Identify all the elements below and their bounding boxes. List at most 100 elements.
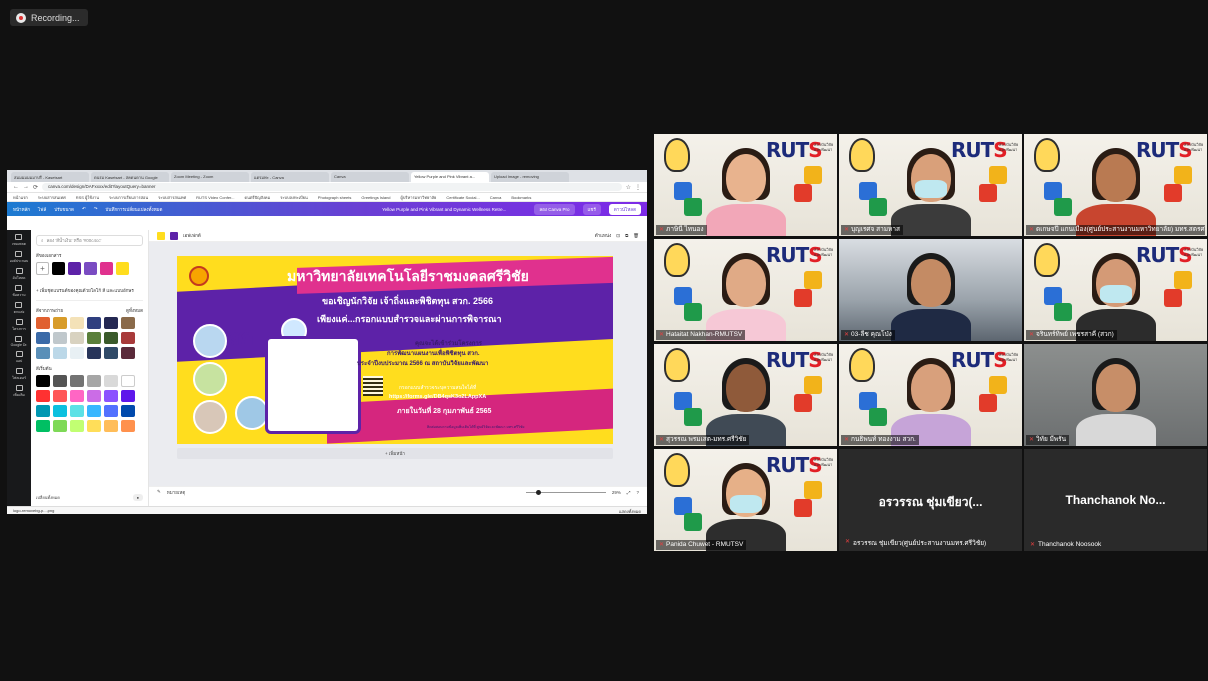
zoom-knob[interactable] <box>535 489 541 495</box>
canva-file-menu[interactable]: ไฟล์ <box>38 206 46 213</box>
default-color-swatch[interactable] <box>87 405 101 417</box>
photo-color-swatch[interactable] <box>104 347 118 359</box>
default-color-swatch[interactable] <box>87 420 101 432</box>
participant-tile[interactable]: RUTS สถาบันวิจัย และพัฒนา ✕ จรินทร์ทิพย์ เพช… <box>1024 239 1207 341</box>
document-color-swatch[interactable] <box>52 262 65 275</box>
default-color-swatch[interactable] <box>70 375 84 387</box>
share-button[interactable]: แชร์ <box>582 203 601 215</box>
bookmark-item[interactable]: ผู้บริหารมหาวิทยาลัย <box>401 194 437 201</box>
photo-color-swatch[interactable] <box>121 317 135 329</box>
default-color-swatch[interactable] <box>70 390 84 402</box>
participant-tile[interactable]: RUTS สถาบันวิจัย และพัฒนา ✕ Panida Chuwet - … <box>654 449 837 551</box>
rail-item[interactable]: เพิ่มเติม <box>13 385 25 398</box>
document-color-swatch[interactable] <box>84 262 97 275</box>
photo-color-swatch[interactable] <box>70 317 84 329</box>
default-color-swatch[interactable] <box>121 390 135 402</box>
zoom-slider[interactable] <box>525 489 606 495</box>
canva-resize-button[interactable]: ปรับขนาด <box>54 206 74 213</box>
position-button[interactable]: ตำแหน่ง <box>595 232 612 239</box>
rail-item[interactable]: โครงการ <box>12 319 26 332</box>
photo-color-swatch[interactable] <box>36 317 50 329</box>
bookmark-star-icon[interactable]: ☆ <box>626 184 631 191</box>
default-color-swatch[interactable] <box>87 390 101 402</box>
participant-tile[interactable]: ✕ 03-ลีช คุณโป่ง <box>839 239 1022 341</box>
default-color-swatch[interactable] <box>70 420 84 432</box>
bookmark-item[interactable]: หน้าแรก <box>13 194 28 201</box>
fullscreen-icon[interactable]: ⤢ <box>627 490 631 495</box>
rail-item[interactable]: องค์ประกอบ <box>10 251 28 264</box>
selected-image-frame[interactable] <box>265 336 361 434</box>
show-all-downloads[interactable]: แสดงทั้งหมด <box>619 508 641 514</box>
photo-color-swatch[interactable] <box>70 332 84 344</box>
photo-color-swatch[interactable] <box>104 332 118 344</box>
photo-color-swatch[interactable] <box>53 347 67 359</box>
default-color-swatch[interactable] <box>104 375 118 387</box>
effects-button[interactable]: เอฟเฟกต์ <box>183 232 201 239</box>
photo-color-swatch[interactable] <box>36 347 50 359</box>
undo-icon[interactable]: ↶ <box>82 206 86 212</box>
bookmark-item[interactable]: RUTS Video Confer... <box>196 195 234 200</box>
document-title[interactable]: Yellow Purple and Pink Vibrant and Dynam… <box>382 207 506 212</box>
photo-color-swatch[interactable] <box>87 332 101 344</box>
add-color-icon[interactable]: + <box>36 262 49 275</box>
default-color-swatch[interactable] <box>53 390 67 402</box>
bookmark-item[interactable]: ระบบสารสนเทศ <box>38 194 66 201</box>
bookmark-item[interactable]: RSS ผู้ใช้งาน <box>76 194 99 201</box>
download-file[interactable]: logo-removebg-p....png <box>13 508 54 513</box>
photo-color-swatch[interactable] <box>36 332 50 344</box>
bookmark-item[interactable]: Bookmarks <box>511 195 531 200</box>
photo-color-swatch[interactable] <box>121 347 135 359</box>
photo-color-swatch[interactable] <box>53 332 67 344</box>
photo-color-swatch[interactable] <box>104 317 118 329</box>
browser-tab[interactable]: Zoom Meeting - Zoom <box>171 172 249 182</box>
bookmark-item[interactable]: ระบบการเรียนการสอน <box>109 194 148 201</box>
photo-color-swatch[interactable] <box>87 317 101 329</box>
bookmark-item[interactable]: ระบบลงทะเบียน <box>280 194 308 201</box>
default-color-swatch[interactable] <box>121 375 135 387</box>
default-color-swatch[interactable] <box>70 405 84 417</box>
rail-item[interactable]: โฟลเดอร์ <box>12 368 26 381</box>
browser-tab[interactable]: แดรมพะ - Canva <box>251 172 329 182</box>
default-color-swatch[interactable] <box>36 420 50 432</box>
browser-tab[interactable]: สมมมมมมมาปรี - Kasetsart <box>11 172 89 182</box>
toolbar-color-purple[interactable] <box>170 231 178 240</box>
notes-button[interactable]: หมายเหตุ <box>167 489 186 496</box>
toolbar-color-yellow[interactable] <box>157 231 165 240</box>
document-color-swatch[interactable] <box>116 262 129 275</box>
change-all-button[interactable]: ● <box>132 494 143 501</box>
default-color-swatch[interactable] <box>121 420 135 432</box>
browser-tab[interactable]: ดนรม Kasetsart - สคดนดาน Google <box>91 172 169 182</box>
default-color-swatch[interactable] <box>104 420 118 432</box>
bookmark-item[interactable]: Certificate Social... <box>446 195 479 200</box>
participant-tile[interactable]: RUTS สถาบันวิจัย และพัฒนา ✕ ดเกษจปี แกนเมือง… <box>1024 134 1207 236</box>
rail-item[interactable]: อัปโหลด <box>13 268 25 281</box>
participant-tile[interactable]: ✕ วิทัย มีพรัน <box>1024 344 1207 446</box>
rail-item[interactable]: ตกแต่ง <box>14 302 24 315</box>
photo-color-swatch[interactable] <box>121 332 135 344</box>
participant-tile[interactable]: RUTS สถาบันวิจัย และพัฒนา ✕ ภาษินี ไทนอง <box>654 134 837 236</box>
bookmark-item[interactable]: Photograph sheets <box>318 195 352 200</box>
brand-kit-link[interactable]: + เพิ่มชุดแบรนด์ของคุณด้วยโลโก้ สี และแบ… <box>36 287 143 301</box>
download-button[interactable]: ดาวน์โหลด <box>608 203 641 215</box>
bookmark-item[interactable]: ระบบสารสนเทศ <box>158 194 186 201</box>
try-pro-button[interactable]: ลอง Canva Pro <box>534 203 575 215</box>
bookmark-item[interactable]: Canva <box>490 195 502 200</box>
participant-tile[interactable]: RUTS สถาบันวิจัย และพัฒนา ✕ บุญเรศจ สามหาส <box>839 134 1022 236</box>
participant-tile[interactable]: RUTS สถาบันวิจัย และพัฒนา ✕ สุวรรณ พรมเสต-มท… <box>654 344 837 446</box>
participant-tile[interactable]: อรวรรณ ชุ่มเขียว(... ✕ อรวรรณ ชุ่มเขียว(ศู… <box>839 449 1022 551</box>
rail-item[interactable]: เทมเพลต <box>12 234 26 247</box>
default-color-swatch[interactable] <box>104 405 118 417</box>
default-color-swatch[interactable] <box>53 405 67 417</box>
recording-indicator[interactable]: Recording... <box>10 9 88 26</box>
document-color-swatch[interactable] <box>100 262 113 275</box>
browser-tab[interactable]: Upload Image - removing <box>491 172 569 182</box>
default-color-swatch[interactable] <box>104 390 118 402</box>
photo-color-swatch[interactable] <box>70 347 84 359</box>
participant-tile[interactable]: RUTS สถาบันวิจัย และพัฒนา ✕ Hataitat Nakhan-… <box>654 239 837 341</box>
default-color-swatch[interactable] <box>53 420 67 432</box>
browser-tab[interactable]: Yellow Purple and Pink Vibrant a... <box>411 172 489 182</box>
help-icon[interactable]: ? <box>636 490 639 495</box>
photo-color-swatch[interactable] <box>87 347 101 359</box>
default-color-swatch[interactable] <box>36 375 50 387</box>
bookmark-item[interactable]: Greetings Island <box>361 195 390 200</box>
